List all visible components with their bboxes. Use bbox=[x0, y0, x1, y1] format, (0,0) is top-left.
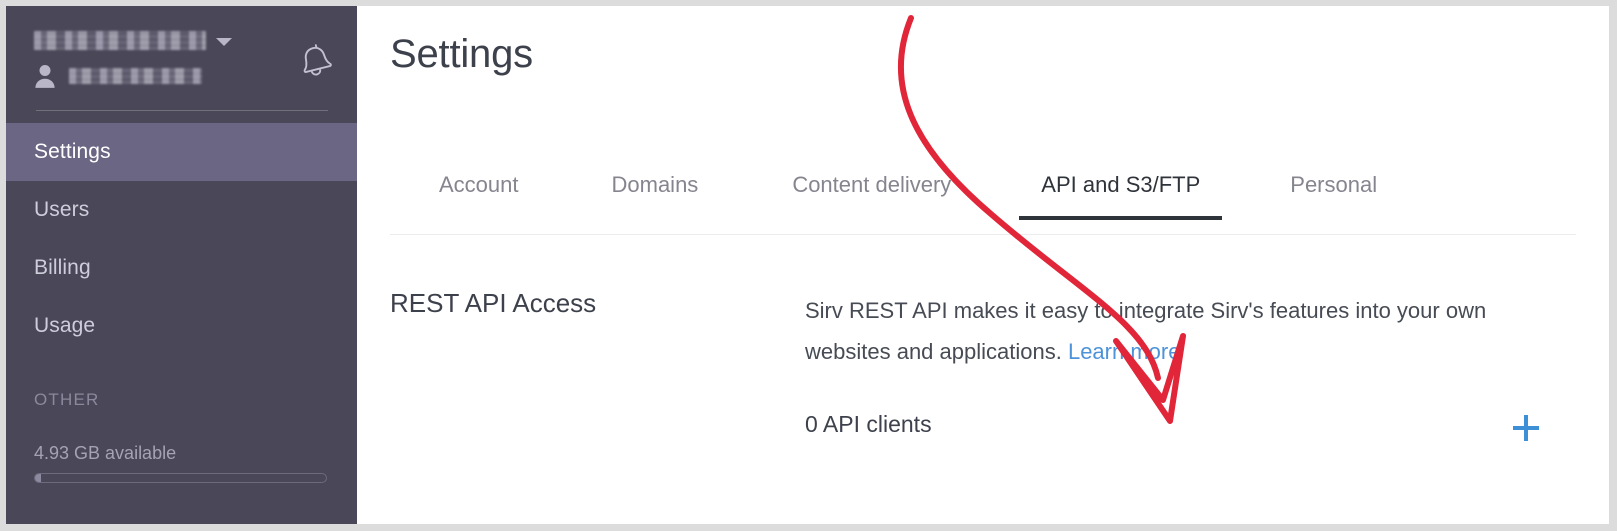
plus-icon bbox=[1513, 426, 1539, 430]
sidebar-item-usage[interactable]: Usage bbox=[6, 297, 357, 355]
sidebar-nav: Settings Users Billing Usage bbox=[6, 123, 357, 355]
app-window: Settings Users Billing Usage OTHER 4.93 … bbox=[6, 6, 1609, 524]
storage-progress-fill bbox=[35, 474, 41, 482]
sidebar-section-other-label: OTHER bbox=[34, 390, 100, 409]
user-name-redacted bbox=[69, 68, 202, 84]
tab-label: Personal bbox=[1290, 172, 1378, 197]
section-title-rest-api-access: REST API Access bbox=[390, 288, 597, 318]
person-icon bbox=[35, 65, 55, 88]
tab-label: Domains bbox=[611, 172, 699, 197]
tab-personal[interactable]: Personal bbox=[1290, 169, 1377, 220]
tab-account[interactable]: Account bbox=[439, 169, 519, 220]
sidebar-item-label: Users bbox=[34, 198, 90, 221]
sidebar-item-label: Billing bbox=[34, 256, 91, 279]
tab-content-delivery[interactable]: Content delivery bbox=[792, 169, 951, 220]
sidebar-item-billing[interactable]: Billing bbox=[6, 239, 357, 297]
chevron-down-icon[interactable] bbox=[216, 37, 232, 46]
account-name-redacted bbox=[34, 31, 206, 50]
tab-label: Account bbox=[439, 172, 519, 197]
storage-indicator: 4.93 GB available bbox=[34, 443, 329, 483]
sidebar: Settings Users Billing Usage OTHER 4.93 … bbox=[6, 6, 357, 524]
tab-api-and-s3-ftp[interactable]: API and S3/FTP bbox=[1019, 169, 1223, 220]
tab-label: Content delivery bbox=[792, 172, 952, 197]
add-client-button[interactable] bbox=[1504, 406, 1548, 450]
tab-bar: Account Domains Content delivery API and… bbox=[390, 169, 1576, 235]
tab-label: API and S3/FTP bbox=[1041, 172, 1201, 197]
sidebar-item-label: Settings bbox=[34, 140, 111, 163]
sidebar-divider bbox=[36, 110, 328, 111]
sidebar-item-label: Usage bbox=[34, 314, 96, 337]
account-selector[interactable] bbox=[34, 31, 232, 50]
rest-api-description: Sirv REST API makes it easy to integrate… bbox=[805, 290, 1535, 372]
page-title: Settings bbox=[390, 32, 533, 76]
api-clients-count: 0 API clients bbox=[805, 411, 932, 437]
sidebar-header bbox=[6, 6, 357, 118]
bell-icon[interactable] bbox=[297, 42, 335, 84]
tab-bar-divider bbox=[390, 234, 1576, 235]
tab-domains[interactable]: Domains bbox=[612, 169, 699, 220]
main-content: Settings Account Domains Content deliver… bbox=[357, 6, 1609, 524]
storage-progress-bar bbox=[34, 473, 327, 483]
storage-available-label: 4.93 GB available bbox=[34, 443, 177, 463]
api-clients-row: 0 API clients bbox=[805, 411, 1535, 451]
sidebar-item-users[interactable]: Users bbox=[6, 181, 357, 239]
learn-more-link[interactable]: Learn more bbox=[1068, 339, 1181, 364]
current-user bbox=[34, 64, 202, 88]
sidebar-item-settings[interactable]: Settings bbox=[6, 123, 357, 181]
